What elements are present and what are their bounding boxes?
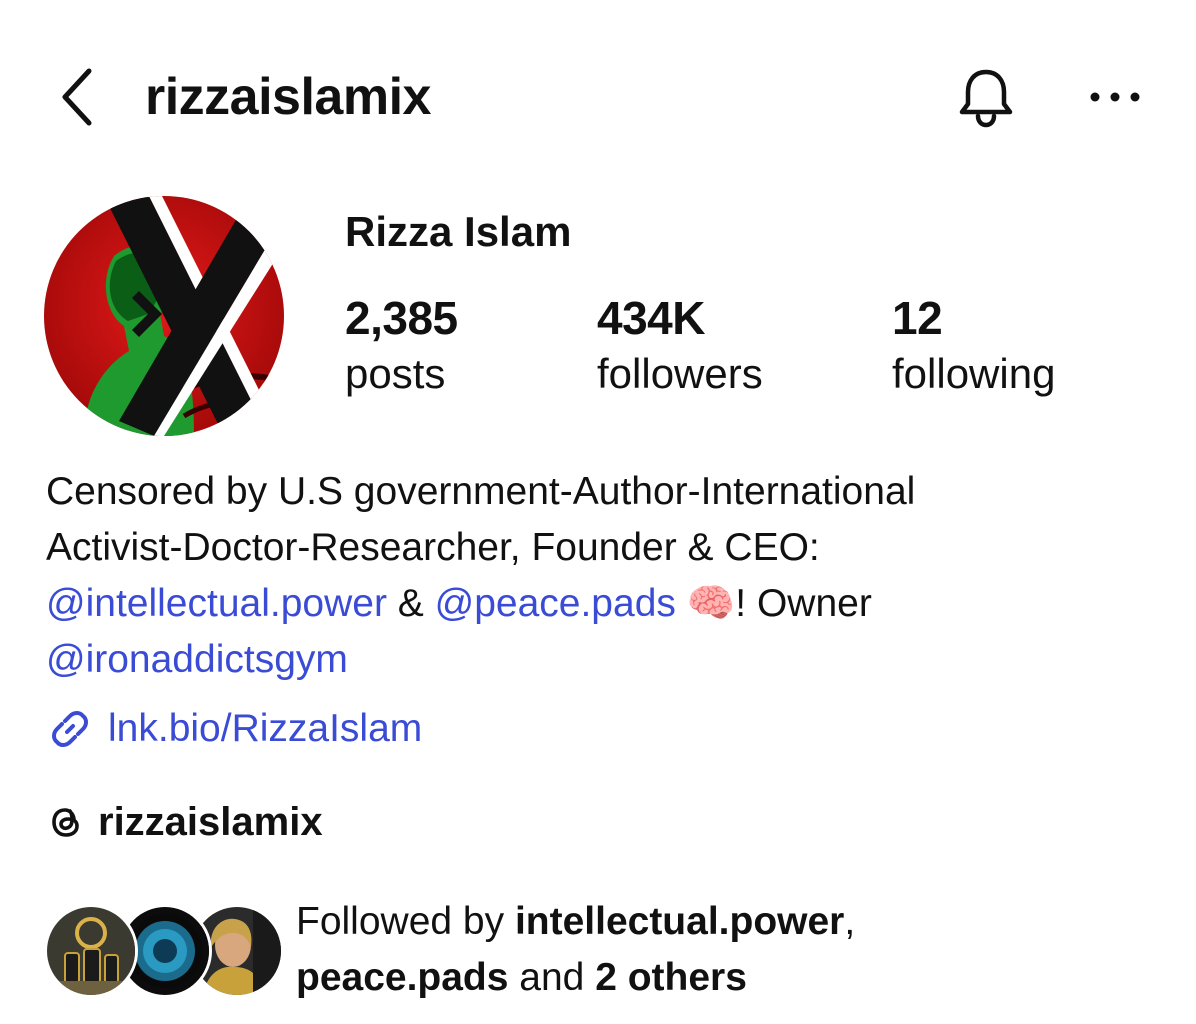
followers-stat[interactable]: 434K followers [597,290,763,402]
avatar-image [44,196,284,436]
threads-icon [52,808,79,837]
profile-avatar[interactable] [44,196,284,436]
external-link-text: lnk.bio/RizzaIslam [108,707,423,750]
bell-icon [959,69,1013,128]
bio-line-2: Activist-Doctor-Researcher, Founder & CE… [46,526,820,569]
threads-handle: rizzaislamix [98,799,323,844]
more-options-button[interactable] [1080,62,1150,132]
followed-by-and: and [508,956,596,999]
mention-peace-pads[interactable]: @peace.pads [435,582,676,625]
profile-username-title: rizzaislamix [145,68,431,126]
following-label: following [892,350,1056,397]
more-horizontal-icon [1090,92,1140,102]
back-button[interactable] [50,62,104,132]
followed-by-text[interactable]: Followed by intellectual.power, peace.pa… [296,894,1156,1006]
follower-avatar-intellectual-power [44,904,138,998]
followed-by-user-2: peace.pads [296,956,509,999]
display-name: Rizza Islam [345,208,572,255]
threads-badge[interactable]: rizzaislamix [46,792,323,852]
mention-ironaddictsgym[interactable]: @ironaddictsgym [46,638,348,681]
profile-bio: Censored by U.S government-Author-Intern… [46,464,1156,688]
link-icon [52,711,88,747]
bio-owner-text: ! Owner [735,582,872,625]
bio-connector: & [386,582,435,625]
followers-label: followers [597,350,763,397]
followers-count: 434K [597,292,705,344]
brain-emoji: 🧠 [686,582,736,625]
followed-by-others: 2 others [595,956,747,999]
followed-by-user-1: intellectual.power [514,900,845,943]
chevron-left-icon [62,68,92,126]
external-link[interactable]: lnk.bio/RizzaIslam [46,700,422,758]
mention-intellectual-power[interactable]: @intellectual.power [46,582,387,625]
following-stat[interactable]: 12 following [892,290,1055,402]
followed-by-comma: , [844,900,856,943]
posts-label: posts [345,350,446,397]
bio-line-1: Censored by U.S government-Author-Intern… [46,470,916,513]
posts-stat[interactable]: 2,385 posts [345,290,458,402]
followed-by-avatars[interactable] [44,904,284,998]
bio-line-3: @intellectual.power & @peace.pads 🧠! Own… [46,576,1156,632]
notifications-button[interactable] [950,62,1022,132]
bio-line-4: @ironaddictsgym [46,632,1156,688]
followed-by-prefix: Followed by [296,900,515,943]
posts-count: 2,385 [345,292,458,344]
following-count: 12 [892,292,943,344]
